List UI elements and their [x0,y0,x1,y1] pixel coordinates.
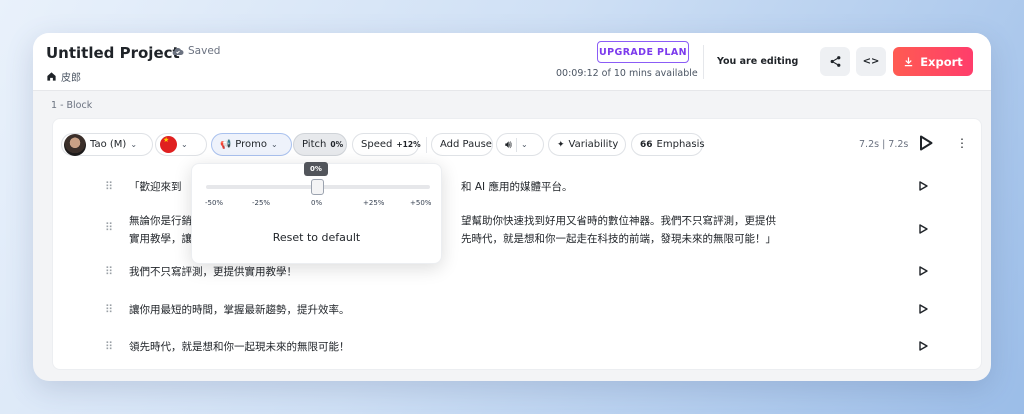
divider [703,45,704,79]
play-line-button[interactable] [919,224,928,237]
list-item[interactable]: ⠿ 我們不只寫評測，更提供實用教學！ [53,262,981,282]
play-icon [919,224,928,234]
voice-name: Tao (M) [90,139,127,150]
toolbar-divider [515,137,517,152]
add-pause-button[interactable]: Add Pause [431,133,493,156]
play-line-button[interactable] [919,266,928,279]
cloud-icon [172,47,184,56]
upgrade-plan-button[interactable]: UPGRADE PLAN [597,41,689,63]
speed-label: Speed [361,139,393,150]
play-line-button[interactable] [919,181,928,194]
flag-icon [160,136,177,153]
drag-handle-icon[interactable]: ⠿ [105,303,113,316]
tick-label: 0% [311,199,323,207]
export-button[interactable]: Export [893,47,973,76]
line-text[interactable]: 和 AI 應用的媒體平台。 [461,178,761,196]
project-title[interactable]: Untitled Project [46,44,180,62]
emphasis-button[interactable]: 66 Emphasis [631,133,705,156]
embed-code-button[interactable]: <> [856,47,886,76]
play-icon [919,341,928,351]
sound-effect-selector[interactable]: 🔊︎ ⌄ [496,133,544,156]
emphasis-label: Emphasis [656,139,705,150]
pitch-button[interactable]: Pitch 0% [293,133,347,156]
share-icon [830,56,840,67]
more-options-button[interactable]: ⋮ [956,136,968,150]
tick-label: +25% [363,199,385,207]
chevron-down-icon: ⌄ [181,140,188,149]
play-icon [919,266,928,276]
save-status: Saved [172,45,220,57]
top-bar: Untitled Project Saved 皮郎 UPGRADE PLAN 0… [33,33,991,91]
quote-icon: 66 [640,139,653,150]
chevron-down-icon: ⌄ [130,140,138,149]
block-label: 1 - Block [51,100,93,111]
drag-handle-icon[interactable]: ⠿ [105,265,113,278]
home-icon [47,72,56,81]
line-text[interactable]: 望幫助你快速找到好用又省時的數位神器。我們不只寫評測，更提供 [461,212,861,230]
breadcrumb[interactable]: 皮郎 [46,69,81,84]
reset-to-default-button[interactable]: Reset to default [192,231,441,244]
play-icon [920,135,933,151]
list-item[interactable]: ⠿ 讓你用最短的時間，掌握最新趨勢，提升效率。 [53,300,981,320]
megaphone-icon: 📢 [220,139,232,150]
line-text[interactable]: 先時代，就是想和你一起走在科技的前端，發現未來的無限可能！」 [461,230,861,248]
drag-handle-icon[interactable]: ⠿ [105,340,113,353]
chevron-down-icon: ⌄ [520,140,528,149]
variability-button[interactable]: ✦ Variability [548,133,626,156]
pitch-slider-ticks: -50% -25% 0% +25% +50% [192,199,443,211]
avatar [64,133,86,156]
add-pause-label: Add Pause [440,139,492,150]
play-icon [919,304,928,314]
saved-label: Saved [188,45,221,57]
pitch-value: 0% [330,140,344,149]
code-icon: <> [862,56,880,67]
list-item[interactable]: ⠿ 領先時代，就是想和你一起現未來的無限可能！ [53,337,981,357]
tick-label: -25% [252,199,271,207]
time-remaining: 00:09:12 of 10 mins available [556,68,698,79]
speed-value: +12% [396,140,421,149]
voice-selector[interactable]: Tao (M) ⌄ [61,133,153,156]
more-vertical-icon: ⋮ [956,136,968,150]
chevron-down-icon: ⌄ [270,140,278,149]
tick-label: +50% [410,199,432,207]
editor-window: Untitled Project Saved 皮郎 UPGRADE PLAN 0… [33,33,991,381]
export-label: Export [920,54,963,69]
play-line-button[interactable] [919,304,928,317]
download-icon [905,57,913,67]
share-button[interactable] [820,47,850,76]
pitch-slider-thumb[interactable] [311,179,324,195]
play-block-button[interactable] [919,135,933,155]
breadcrumb-label: 皮郎 [61,73,81,84]
line-text[interactable]: 我們不只寫評測，更提供實用教學！ [129,263,819,281]
speed-button[interactable]: Speed +12% [352,133,421,156]
style-selector[interactable]: 📢 Promo ⌄ [211,133,292,156]
drag-handle-icon[interactable]: ⠿ [105,221,113,234]
pitch-tooltip: 0% [304,162,328,176]
style-label: Promo [235,139,267,150]
variability-label: Variability [568,139,619,150]
pitch-label: Pitch [302,139,327,150]
pitch-popup: 0% -50% -25% 0% +25% +50% Reset to defau… [191,162,443,264]
sound-wave-icon: 🔊︎ [505,137,512,151]
line-text[interactable]: 讓你用最短的時間，掌握最新趨勢，提升效率。 [129,301,819,319]
language-selector[interactable]: ⌄ [155,133,207,156]
play-line-button[interactable] [919,341,928,354]
sparkle-icon: ✦ [557,139,565,150]
editing-status: You are editing [717,56,799,67]
line-text[interactable]: 領先時代，就是想和你一起現未來的無限可能！ [129,338,819,356]
block-duration: 7.2s | 7.2s [859,139,909,150]
play-icon [919,181,928,191]
tick-label: -50% [205,199,224,207]
drag-handle-icon[interactable]: ⠿ [105,180,113,193]
toolbar-divider [426,137,427,153]
